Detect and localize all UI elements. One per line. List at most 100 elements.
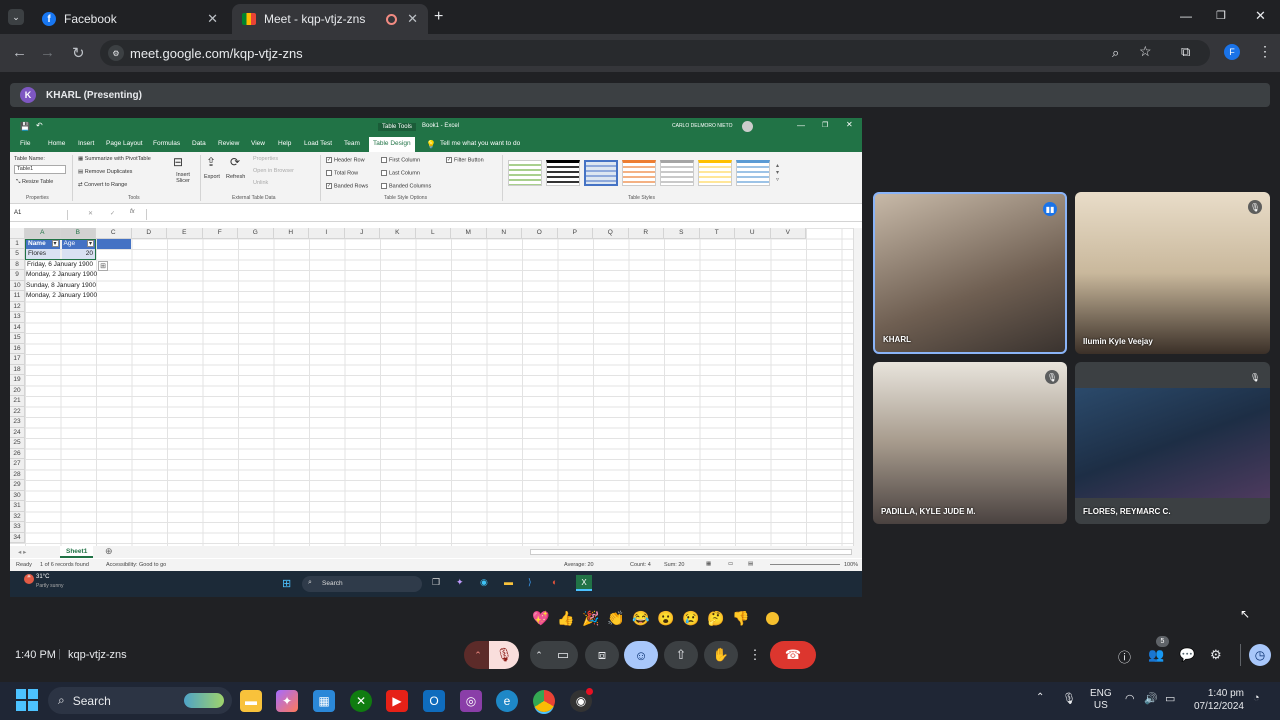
reaction-emoji[interactable]: 👎	[732, 610, 749, 627]
back-arrow-icon[interactable]: ←	[12, 44, 27, 61]
opt-label: Header Row	[334, 157, 365, 164]
reaction-emoji[interactable]: 🤔	[707, 610, 724, 627]
row-header: 9	[10, 270, 25, 281]
extensions-puzzle-icon[interactable]: ⧉	[1181, 44, 1190, 60]
table-style-orange	[622, 160, 656, 186]
profile-avatar[interactable]: F	[1224, 44, 1240, 60]
emoji-button[interactable]: ☺	[624, 641, 658, 669]
undo-icon: ↶	[36, 121, 43, 130]
participant-tile-ilumin[interactable]: 🎙 Ilumin Kyle Veejay	[1075, 192, 1270, 354]
row-header: 22	[10, 406, 25, 417]
captions-button[interactable]: ⧈	[585, 641, 619, 669]
meeting-info-icon[interactable]: ⓘ	[1118, 647, 1131, 666]
tab-meet[interactable]: Meet - kqp-vtjz-zns ✕	[232, 4, 428, 34]
reaction-emoji[interactable]: 😢	[682, 610, 699, 627]
activities-icon[interactable]: ⚙	[1210, 647, 1222, 663]
ribbon-divider	[502, 155, 503, 201]
row-header: 24	[10, 427, 25, 438]
site-info-icon[interactable]: ⚙	[108, 45, 124, 61]
clock[interactable]: 1:40 pm 07/12/2024	[1190, 687, 1244, 713]
reaction-emoji[interactable]: 👍	[557, 610, 574, 627]
mic-off-button[interactable]: 🎙	[489, 641, 519, 669]
microphone-tray-icon[interactable]: 🎙	[1062, 692, 1076, 705]
start-pane	[16, 701, 26, 711]
tray-chevron-icon[interactable]: ⌃	[1036, 692, 1044, 703]
cell-date: Monday, 2 January 1900	[26, 271, 98, 278]
participant-tile-kharl[interactable]: ▮▮ KHARL	[873, 192, 1067, 354]
hangup-icon: ☎	[784, 647, 802, 662]
copilot-icon[interactable]: ✦	[276, 690, 298, 712]
leave-call-button[interactable]: ☎	[770, 641, 816, 669]
sheet-nav-icon: ◂ ▸	[18, 549, 27, 556]
styles-scroll-icon: ▴ ▾ ▿	[776, 163, 780, 183]
new-tab-plus-icon[interactable]: +	[434, 8, 443, 26]
edge-icon[interactable]: e	[496, 690, 518, 712]
maximize-window-icon[interactable]: ❐	[1216, 9, 1226, 22]
reaction-emoji[interactable]: 👏	[607, 610, 624, 627]
reaction-emoji[interactable]: 💖	[532, 610, 549, 627]
row-header: 15	[10, 333, 25, 344]
checked-icon: ✓	[326, 157, 332, 163]
edge-icon: ◉	[480, 577, 488, 587]
minimize-window-icon[interactable]: —	[1180, 9, 1192, 23]
lang-primary: ENG	[1090, 688, 1112, 699]
more-options-button[interactable]: ⋮	[744, 641, 766, 669]
captions-icon: ⧈	[597, 647, 607, 662]
volume-icon[interactable]: 🔊	[1144, 692, 1158, 705]
forward-arrow-icon[interactable]: →	[40, 44, 55, 61]
participant-tile-flores[interactable]: 🎙 FLORES, REYMARC C.	[1075, 362, 1270, 524]
close-tab-icon[interactable]: ✕	[407, 11, 418, 27]
address-bar[interactable]: ⚙ meet.google.com/kqp-vtjz-zns	[100, 40, 1210, 66]
reaction-emoji[interactable]: 🎉	[582, 610, 599, 627]
pivot-button: ▦ Summarize with PivotTable	[78, 156, 151, 162]
reload-icon[interactable]: ↻	[72, 44, 85, 62]
cell-date: Sunday, 8 January 1900	[26, 281, 96, 289]
people-icon[interactable]: 👥	[1148, 647, 1164, 663]
battery-icon[interactable]: ▭	[1165, 692, 1175, 705]
reaction-emoji[interactable]: 😂	[632, 610, 649, 627]
close-window-icon[interactable]: ✕	[1255, 8, 1266, 24]
host-controls-icon[interactable]: ◷	[1249, 644, 1271, 666]
participant-tile-padilla[interactable]: 🎙 PADILLA, KYLE JUDE M.	[873, 362, 1067, 524]
mic-off-icon: 🎙	[495, 647, 513, 662]
skin-tone-icon[interactable]	[766, 612, 779, 625]
close-tab-icon[interactable]: ✕	[207, 11, 218, 27]
row-header: 12	[10, 301, 25, 312]
notification-bell-icon[interactable]: ◔	[1253, 692, 1260, 704]
chrome-icon[interactable]	[533, 690, 555, 712]
bookmark-star-icon[interactable]: ☆	[1139, 43, 1152, 60]
zoom-search-icon[interactable]: ⌕	[1112, 45, 1119, 61]
more-menu-icon[interactable]: ⋮	[1258, 43, 1272, 60]
search-icon: ⌕	[58, 693, 65, 707]
tab-search-chevron-icon[interactable]: ⌄	[8, 9, 24, 25]
cell-selection-border	[25, 238, 96, 260]
tab-facebook[interactable]: f Facebook ✕	[32, 4, 228, 34]
audio-options-chevron-icon[interactable]: ⌃	[464, 641, 492, 669]
vertical-scrollbar	[853, 228, 862, 546]
xbox-icon[interactable]: ✕	[350, 690, 372, 712]
camera-button[interactable]: ▭	[548, 641, 578, 669]
raise-hand-button[interactable]: ✋	[704, 641, 738, 669]
powerpoint-icon: ◐	[552, 577, 558, 587]
chat-icon[interactable]: 💬	[1179, 647, 1195, 663]
windows-start-icon[interactable]	[16, 689, 38, 711]
ribbon-tabs: File Home Insert Page Layout Formulas Da…	[10, 136, 862, 152]
wifi-icon[interactable]: ◠	[1125, 692, 1135, 705]
ext-unlink: Unlink	[253, 180, 269, 186]
recording-icon	[386, 13, 398, 25]
outlook-icon[interactable]: O	[423, 690, 445, 712]
tab-label: Facebook	[64, 12, 117, 26]
language-indicator[interactable]: ENG US	[1090, 688, 1112, 712]
reaction-emoji[interactable]: 😮	[657, 610, 674, 627]
youtube-icon[interactable]: ▶	[386, 690, 408, 712]
file-explorer-icon[interactable]: ▬	[240, 690, 262, 712]
participant-name: PADILLA, KYLE JUDE M.	[881, 507, 976, 516]
export-label: Export	[204, 174, 220, 180]
opt-filter-button: ✓ Filter Button	[446, 157, 484, 163]
header-fill	[97, 238, 131, 249]
column-header: A	[25, 228, 61, 239]
present-button[interactable]: ⇧	[664, 641, 698, 669]
taskbar-search[interactable]: ⌕ Search	[48, 687, 232, 714]
store-icon[interactable]: ▦	[313, 690, 335, 712]
app-icon[interactable]: ◎	[460, 690, 482, 712]
